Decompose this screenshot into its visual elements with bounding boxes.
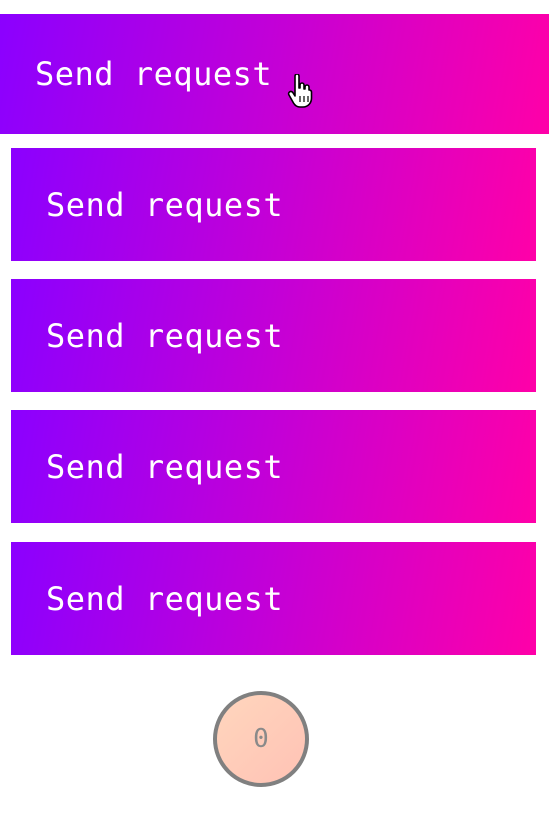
send-request-label: Send request bbox=[46, 316, 284, 355]
counter-value: 0 bbox=[253, 724, 269, 754]
send-request-button-4[interactable]: Send request bbox=[11, 410, 536, 523]
send-request-button-3[interactable]: Send request bbox=[11, 279, 536, 392]
send-request-label: Send request bbox=[46, 579, 284, 618]
send-request-label: Send request bbox=[46, 185, 284, 224]
request-counter-badge: 0 bbox=[213, 691, 309, 787]
send-request-button-2[interactable]: Send request bbox=[11, 148, 536, 261]
send-request-label: Send request bbox=[35, 55, 273, 93]
send-request-button-5[interactable]: Send request bbox=[11, 542, 536, 655]
send-request-label: Send request bbox=[46, 447, 284, 486]
send-request-button-1[interactable]: Send request bbox=[0, 14, 549, 134]
